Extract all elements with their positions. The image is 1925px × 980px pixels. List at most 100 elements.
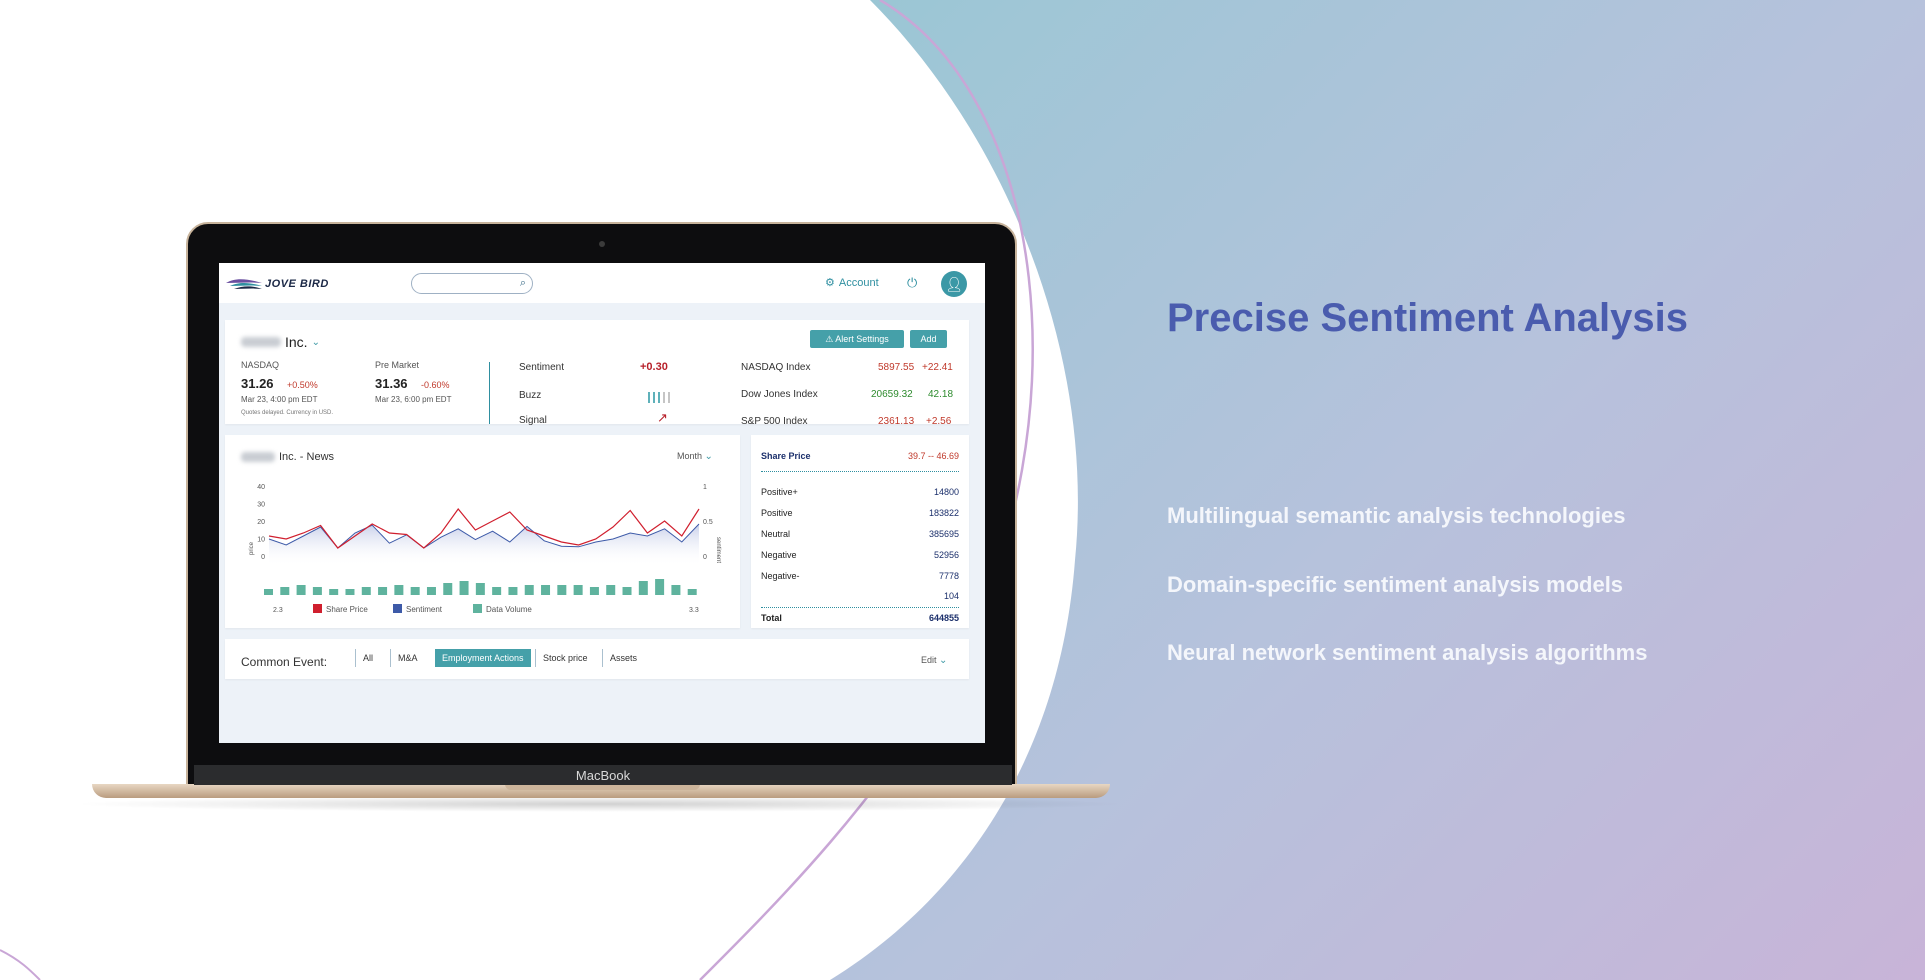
sentiment-row-value: 385695	[928, 529, 959, 539]
arrow-up-right-icon: ↗	[657, 410, 668, 425]
legend-swatch	[393, 604, 402, 613]
divider	[761, 607, 959, 608]
sentiment-chart: 40 30 20 10 0 1 0.5 0 price sentiment 2.3 3.3 Share…	[249, 484, 721, 614]
volume-bar	[264, 589, 273, 595]
index-name: NASDAQ Index	[741, 362, 811, 373]
volume-bar	[475, 583, 485, 595]
legend-label: Data Volume	[486, 605, 532, 614]
feature-bullet: Neural network sentiment analysis algori…	[1167, 640, 1648, 665]
volume-bar	[394, 585, 404, 595]
sentiment-row-value: 7778	[938, 571, 959, 581]
legend-swatch	[473, 604, 482, 613]
volume-bar	[378, 587, 388, 595]
sentiment-row-label: Negative-	[761, 571, 800, 581]
legend-label: Sentiment	[406, 605, 443, 614]
index-name: S&P 500 Index	[741, 416, 808, 427]
news-chart-card: Inc. - News Month ⌄ 40 30 20 10 0 1 0.5 0 price s…	[225, 435, 740, 628]
share-price-range: 39.7 -- 46.69	[907, 451, 959, 461]
volume-bar	[589, 587, 599, 595]
volume-bar	[329, 589, 339, 595]
camera-dot	[599, 241, 605, 247]
edit-label: Edit	[921, 655, 937, 665]
edit-dropdown[interactable]: Edit ⌄	[921, 655, 947, 666]
volume-bar	[655, 579, 665, 595]
feature-bullet: Domain-specific sentiment analysis model…	[1167, 572, 1624, 597]
sentiment-row-value: 52956	[933, 550, 959, 560]
volume-bar	[296, 585, 306, 595]
tab-all[interactable]: All	[355, 649, 380, 667]
y-tick-label: 0	[261, 554, 265, 561]
account-label: Account	[838, 276, 879, 289]
tab-stock-price[interactable]: Stock price	[535, 649, 595, 667]
volume-bar	[508, 587, 518, 595]
share-price-label: Share Price	[761, 451, 811, 461]
volume-bar	[638, 581, 648, 595]
premarket-value: 31.36	[375, 376, 408, 391]
common-event-label: Common Event:	[241, 655, 328, 669]
total-label: Total	[761, 613, 782, 623]
company-card: Inc. ⌄ ⚠ Alert Settings Add NASDAQ 31.26…	[225, 320, 969, 427]
premarket-change: -0.60%	[421, 380, 450, 390]
legend-swatch	[313, 604, 322, 613]
volume-bar	[492, 587, 502, 595]
divider	[761, 471, 959, 472]
volume-bar	[426, 587, 436, 595]
warning-icon: ⚠	[825, 334, 834, 344]
tab-m-and-a[interactable]: M&A	[390, 649, 425, 667]
volume-bar	[541, 585, 551, 595]
buzz-label: Buzz	[519, 390, 542, 401]
y-tick-label: 30	[257, 502, 265, 509]
volume-bar	[280, 587, 290, 595]
sentiment-row-value: 14800	[933, 487, 959, 497]
y2-tick-label: 0.5	[703, 519, 713, 526]
sentiment-label: Sentiment	[519, 362, 565, 373]
index-value: 5897.55	[878, 362, 915, 373]
account-button[interactable]: ⚙ Account	[825, 276, 879, 290]
buzz-bars	[648, 392, 670, 403]
tab-assets[interactable]: Assets	[602, 649, 644, 667]
y2-tick-label: 1	[703, 484, 707, 491]
redacted-name	[241, 337, 281, 347]
y-tick-label: 40	[257, 484, 265, 491]
volume-bar	[606, 585, 616, 595]
index-value: 20659.32	[871, 389, 913, 400]
volume-bar	[557, 585, 567, 595]
buzz-bar	[663, 392, 665, 403]
top-bar: JOVE BIRD ⌕ ⚙ Account ⏻ 👤︎	[219, 263, 985, 303]
volume-bar	[410, 587, 420, 595]
alert-settings-button[interactable]: ⚠ Alert Settings	[810, 330, 904, 348]
share-price-card: Share Price 39.7 -- 46.69 Positive+ 1480…	[751, 435, 969, 628]
sentiment-row-label: Positive+	[761, 487, 798, 497]
y-axis-label: price	[249, 541, 255, 555]
tab-employment-actions[interactable]: Employment Actions	[435, 649, 531, 667]
x-tick-label: 2.3	[273, 607, 283, 614]
feature-bullet: Multilingual semantic analysis technolog…	[1167, 503, 1626, 528]
search-icon[interactable]: ⌕	[520, 277, 526, 290]
index-value: 2361.13	[878, 416, 915, 427]
volume-bar	[361, 587, 371, 595]
company-suffix: Inc.	[285, 334, 308, 350]
y2-tick-label: 0	[703, 554, 707, 561]
search-input[interactable]: ⌕	[411, 273, 533, 294]
buzz-bar	[668, 392, 670, 403]
volume-bar	[687, 589, 697, 595]
volume-bar	[671, 585, 681, 595]
logo[interactable]: JOVE BIRD	[226, 275, 329, 293]
buzz-bar	[658, 392, 660, 403]
nasdaq-label: NASDAQ	[241, 360, 280, 370]
divider	[489, 362, 490, 424]
volume-bar	[345, 589, 355, 595]
power-icon[interactable]: ⏻	[907, 275, 917, 291]
chevron-down-icon: ⌄	[311, 336, 320, 348]
company-selector[interactable]: Inc. ⌄	[241, 334, 320, 350]
sentiment-row-value: 104	[943, 591, 959, 601]
volume-bar	[622, 587, 632, 595]
bird-logo-icon	[226, 279, 262, 289]
headline: Precise Sentiment Analysis	[1167, 296, 1688, 340]
user-avatar[interactable]: 👤︎	[941, 271, 967, 297]
y-tick-label: 20	[257, 519, 265, 526]
add-button[interactable]: Add	[910, 330, 947, 348]
logo-text: JOVE BIRD	[265, 278, 329, 290]
sentiment-area	[269, 524, 699, 566]
chevron-down-icon: ⌄	[939, 655, 948, 666]
